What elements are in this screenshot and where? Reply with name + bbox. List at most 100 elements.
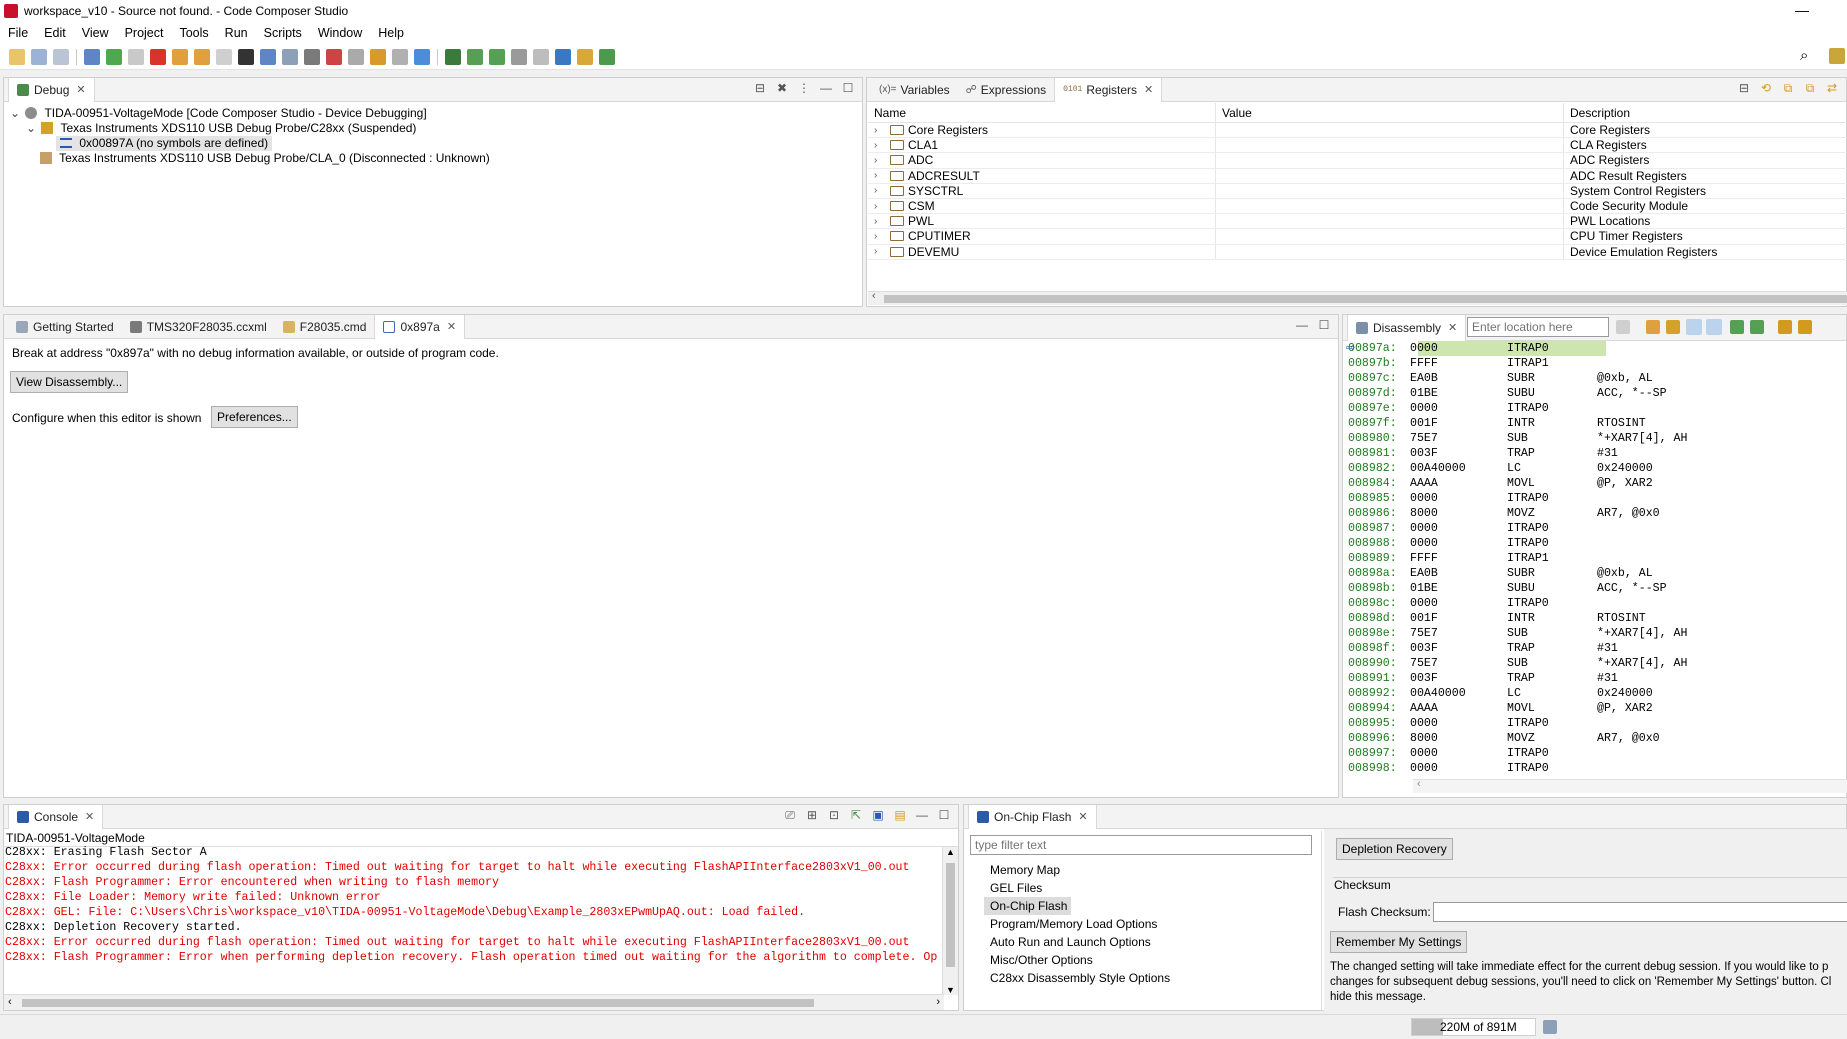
column-name[interactable]: Name: [868, 103, 1216, 122]
menu-scripts[interactable]: Scripts: [256, 26, 310, 40]
pin-icon[interactable]: [1798, 320, 1812, 334]
register-row[interactable]: › CPUTIMER CPU Timer Registers: [868, 229, 1847, 245]
tree-node-cla[interactable]: Texas Instruments XDS110 USB Debug Probe…: [4, 151, 862, 166]
disassembly-row[interactable]: 00898b: 01BE SUBU ACC, *--SP: [1348, 581, 1847, 596]
disassembly-row[interactable]: 008994: AAAA MOVL @P, XAR2: [1348, 701, 1847, 716]
new-window-icon[interactable]: ⧉: [1780, 82, 1796, 96]
view-disassembly-button[interactable]: View Disassembly...: [10, 371, 129, 393]
chevron-right-icon[interactable]: ›: [874, 246, 884, 257]
maximize-icon[interactable]: ☐: [1316, 319, 1332, 333]
minimize-button[interactable]: —: [1779, 0, 1825, 22]
display-console-icon[interactable]: ▣: [870, 809, 886, 823]
minimize-icon[interactable]: —: [818, 82, 834, 96]
disassembly-row[interactable]: 00898e: 75E7 SUB *+XAR7[4], AH: [1348, 626, 1847, 641]
pin-icon[interactable]: [577, 48, 593, 65]
stack-frame-selected[interactable]: 0x00897A (no symbols are defined): [56, 136, 273, 151]
scroll-left-icon[interactable]: ‹: [872, 290, 876, 302]
tab-expressions[interactable]: ☍ Expressions: [958, 78, 1055, 102]
scroll-right-icon[interactable]: ›: [936, 996, 940, 1008]
disassembly-row[interactable]: 008984: AAAA MOVL @P, XAR2: [1348, 476, 1847, 491]
register-value[interactable]: [1216, 123, 1564, 138]
column-description[interactable]: Description: [1564, 103, 1847, 122]
open-perspective-icon[interactable]: [599, 48, 615, 65]
close-icon[interactable]: ✕: [447, 320, 456, 333]
category-item[interactable]: Memory Map: [984, 861, 1170, 879]
chevron-right-icon[interactable]: ›: [874, 201, 884, 212]
scroll-thumb[interactable]: [22, 999, 814, 1007]
step-into-icon[interactable]: [1730, 320, 1744, 334]
collapse-all-icon[interactable]: ⊟: [752, 82, 768, 96]
scroll-thumb[interactable]: [884, 295, 1847, 303]
chevron-down-icon[interactable]: ⌄: [10, 106, 22, 121]
tree-node-launch[interactable]: ⌄ TIDA-00951-VoltageMode [Code Composer …: [4, 106, 862, 121]
tab-console[interactable]: Console ✕: [8, 804, 104, 829]
save-icon[interactable]: [31, 48, 47, 65]
tab-0x897a[interactable]: 0x897a ✕: [374, 314, 466, 339]
disassembly-row[interactable]: 00897c: EA0B SUBR @0xb, AL: [1348, 371, 1847, 386]
pin-console-icon[interactable]: ⇱: [848, 809, 864, 823]
register-row[interactable]: › Core Registers Core Registers: [868, 123, 1847, 139]
chevron-right-icon[interactable]: ›: [874, 231, 884, 242]
disassembly-row[interactable]: 00898f: 003F TRAP #31: [1348, 641, 1847, 656]
disassembly-row[interactable]: 008992: 00A40000 LC 0x240000: [1348, 686, 1847, 701]
perspective-icon[interactable]: [1829, 48, 1845, 64]
assembly-step-into-icon[interactable]: [467, 48, 483, 65]
close-icon[interactable]: ✕: [76, 83, 85, 96]
step-into-icon[interactable]: [172, 48, 188, 65]
remove-breakpoints-icon[interactable]: [348, 48, 364, 65]
register-value[interactable]: [1216, 168, 1564, 183]
scroll-lock-icon[interactable]: ⊞: [804, 809, 820, 823]
collapse-all-icon[interactable]: ⊟: [1736, 82, 1752, 96]
breakpoint-icon[interactable]: [326, 48, 342, 65]
chevron-right-icon[interactable]: ›: [874, 140, 884, 151]
disassembly-row[interactable]: 00897e: 0000 ITRAP0: [1348, 401, 1847, 416]
refresh-icon[interactable]: ⟲: [1758, 82, 1774, 96]
category-item-selected[interactable]: On-Chip Flash: [984, 897, 1072, 915]
filter-input[interactable]: [970, 835, 1312, 855]
category-item[interactable]: C28xx Disassembly Style Options: [984, 969, 1170, 987]
flash-icon[interactable]: [304, 48, 320, 65]
register-value[interactable]: [1216, 153, 1564, 168]
menu-help[interactable]: Help: [370, 26, 412, 40]
category-item[interactable]: GEL Files: [984, 879, 1170, 897]
register-row[interactable]: › ADC ADC Registers: [868, 153, 1847, 169]
preferences-button[interactable]: Preferences...: [211, 406, 298, 428]
register-row[interactable]: › CSM Code Security Module: [868, 198, 1847, 215]
registers-grid-icon[interactable]: [238, 48, 254, 65]
tab-getting-started[interactable]: Getting Started: [8, 315, 122, 339]
chevron-down-icon[interactable]: ⌄: [26, 121, 38, 136]
save-all-icon[interactable]: [53, 48, 69, 65]
new-icon[interactable]: [9, 48, 25, 65]
tab-debug[interactable]: Debug ✕: [8, 77, 95, 102]
suspend-icon[interactable]: [128, 48, 144, 65]
close-icon[interactable]: ✕: [1144, 83, 1153, 96]
disassembly-row[interactable]: 00897d: 01BE SUBU ACC, *--SP: [1348, 386, 1847, 401]
refresh-icon[interactable]: [1646, 320, 1660, 334]
step-over-icon[interactable]: [194, 48, 210, 65]
scroll-left-icon[interactable]: ‹: [8, 996, 12, 1008]
disassembly-row[interactable]: 008988: 0000 ITRAP0: [1348, 536, 1847, 551]
minimize-icon[interactable]: —: [1294, 319, 1310, 333]
disassembly-row[interactable]: 008987: 0000 ITRAP0: [1348, 521, 1847, 536]
heap-status[interactable]: 220M of 891M: [1411, 1018, 1536, 1036]
remove-terminated-icon[interactable]: ✖: [774, 82, 790, 96]
chevron-right-icon[interactable]: ›: [874, 170, 884, 181]
tab-disassembly[interactable]: Disassembly ✕: [1347, 314, 1467, 341]
disassembly-row[interactable]: 008991: 003F TRAP #31: [1348, 671, 1847, 686]
chevron-right-icon[interactable]: ›: [874, 155, 884, 166]
disassembly-row[interactable]: 008996: 8000 MOVZ AR7, @0x0: [1348, 731, 1847, 746]
disassembly-row[interactable]: 008995: 0000 ITRAP0: [1348, 716, 1847, 731]
register-value[interactable]: [1216, 244, 1564, 259]
disassembly-row[interactable]: 008981: 003F TRAP #31: [1348, 446, 1847, 461]
home-icon[interactable]: [1666, 320, 1680, 334]
new-window-icon[interactable]: [1778, 320, 1792, 334]
remember-settings-button[interactable]: Remember My Settings: [1330, 931, 1468, 953]
disassembly-row[interactable]: 008985: 0000 ITRAP0: [1348, 491, 1847, 506]
disassembly-row[interactable]: 008989: FFFF ITRAP1: [1348, 551, 1847, 566]
sync-icon[interactable]: ⇄: [1824, 82, 1840, 96]
build-icon[interactable]: [370, 48, 386, 65]
disassembly-row[interactable]: 008990: 75E7 SUB *+XAR7[4], AH: [1348, 656, 1847, 671]
disassembly-row[interactable]: 008980: 75E7 SUB *+XAR7[4], AH: [1348, 431, 1847, 446]
location-input[interactable]: [1467, 317, 1609, 337]
connect-icon[interactable]: [84, 48, 100, 65]
